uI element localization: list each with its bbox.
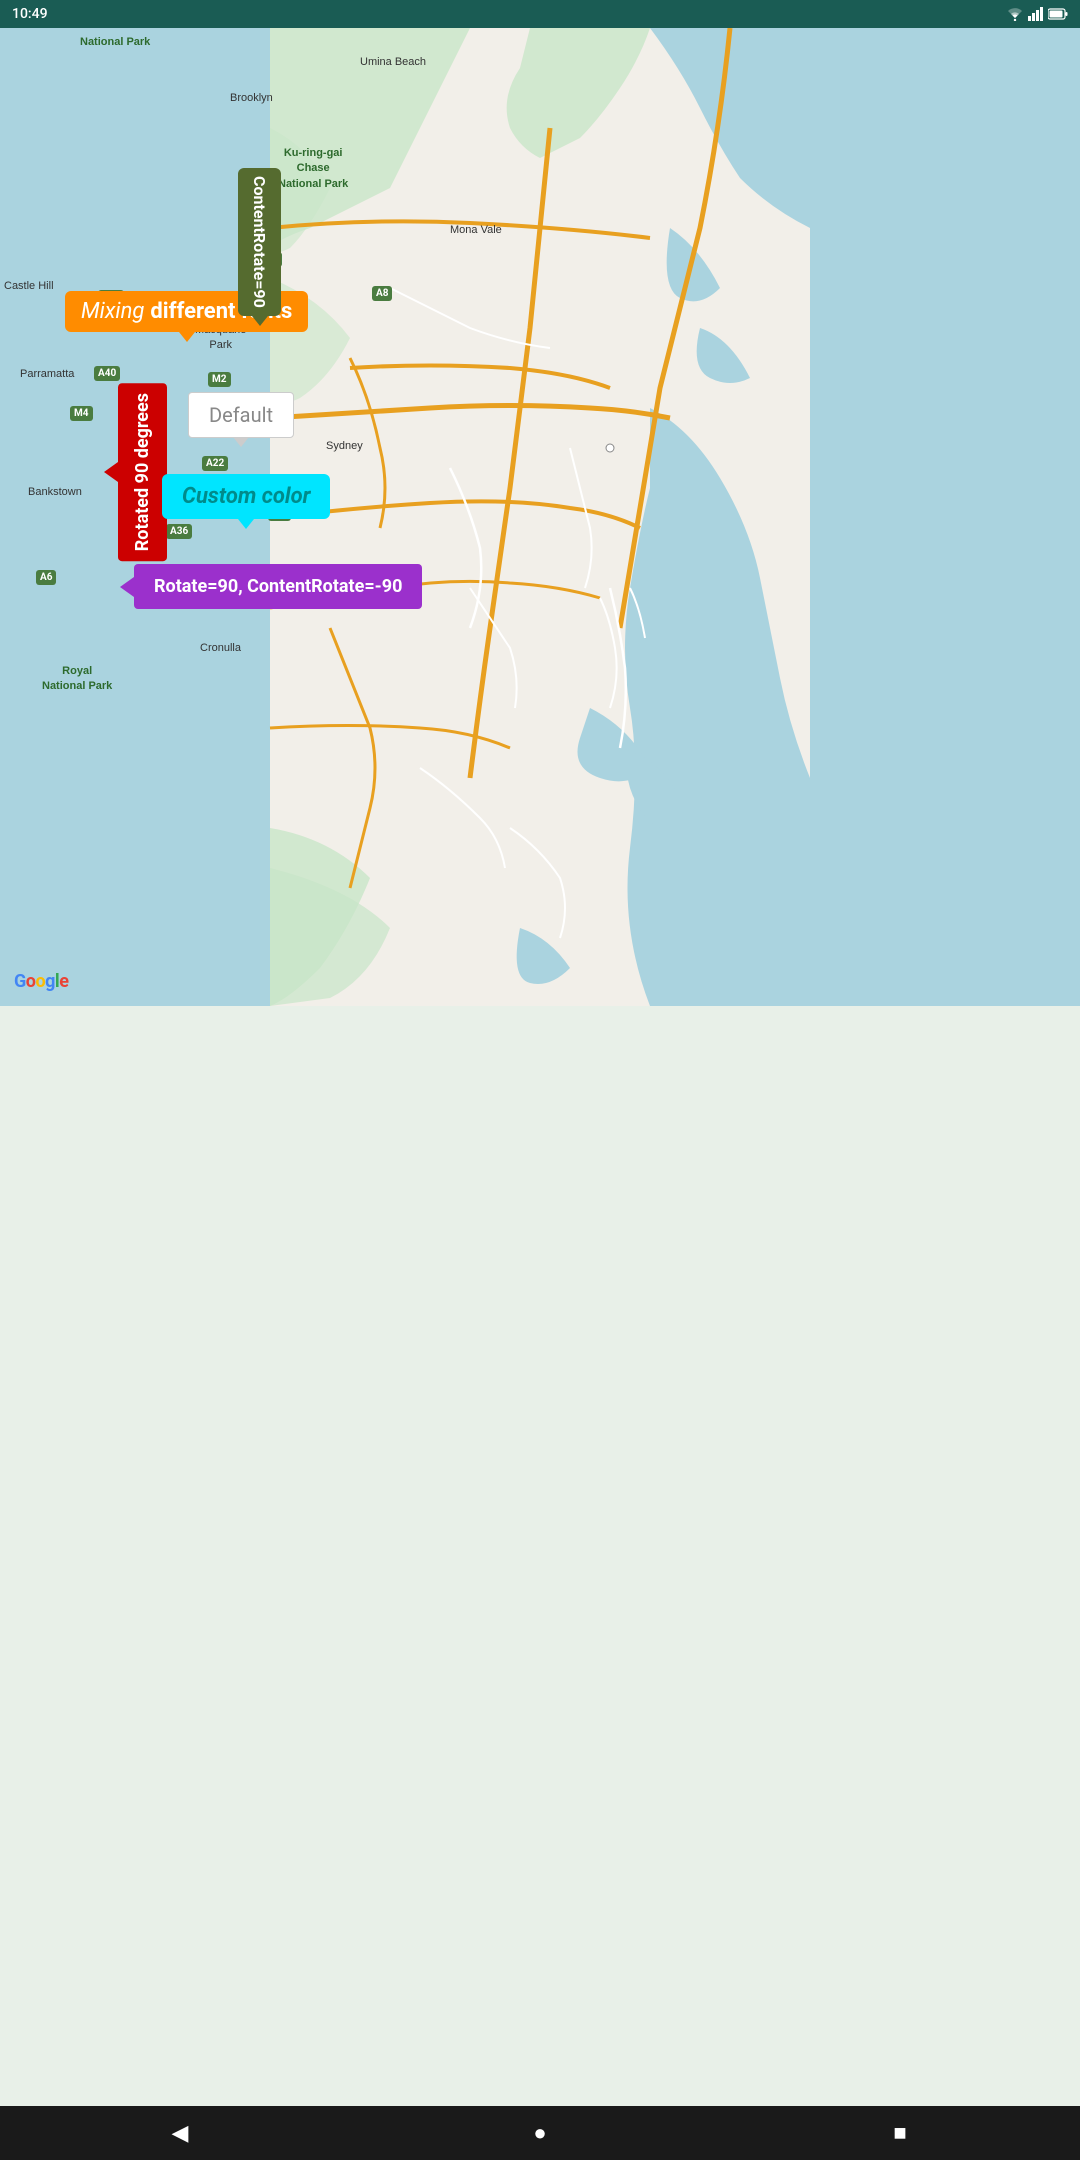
rotate90-content-rotate-wrapper[interactable]: Rotate=90, ContentRotate=-90	[120, 564, 422, 609]
google-g: G	[14, 971, 26, 992]
road-badge-a22: A22	[202, 456, 228, 471]
recents-icon: ■	[893, 2120, 906, 2146]
rotate90-content-rotate-label: Rotate=90, ContentRotate=-90	[134, 564, 422, 609]
status-bar: 10:49	[0, 0, 1080, 28]
rotated-90-label: Rotated 90 degrees	[118, 383, 167, 561]
road-badge-a40: A40	[94, 366, 120, 381]
rotate90-content-rotate-text: Rotate=90, ContentRotate=-90	[154, 576, 402, 597]
google-o2: o	[35, 971, 45, 992]
back-button[interactable]: ◀	[150, 2113, 210, 2153]
home-icon: ●	[533, 2120, 546, 2146]
status-time: 10:49	[12, 6, 48, 22]
home-button[interactable]: ●	[510, 2113, 570, 2153]
rotated-arrow	[104, 462, 118, 482]
road-badge-m2: M2	[208, 372, 231, 387]
content-rotate-label[interactable]: ContentRotate=90	[238, 168, 281, 316]
rotate90-arrow	[120, 577, 134, 597]
road-badge-m4: M4	[70, 406, 93, 421]
battery-icon	[1048, 8, 1068, 20]
rotated-label-wrapper[interactable]: Rotated 90 degrees	[104, 383, 167, 561]
signal-icon	[1028, 7, 1044, 21]
custom-color-text: Custom color	[182, 484, 310, 509]
rotated-90-text: Rotated 90 degrees	[132, 393, 153, 551]
google-o1: o	[26, 971, 36, 992]
default-label[interactable]: Default	[188, 392, 294, 438]
wifi-icon	[1006, 7, 1024, 21]
google-logo: Google	[14, 971, 68, 992]
map-container[interactable]: National Park Umina Beach Brooklyn Ku-ri…	[0, 28, 1080, 1006]
back-icon: ◀	[172, 2121, 189, 2146]
road-badge-a6: A6	[36, 570, 56, 585]
navigation-bar: ◀ ● ■	[0, 2106, 1080, 2160]
road-badge-a36: A36	[166, 524, 192, 539]
status-icons	[1006, 7, 1068, 21]
recents-button[interactable]: ■	[870, 2113, 930, 2153]
default-label-text: Default	[209, 403, 273, 427]
custom-color-label[interactable]: Custom color	[162, 474, 330, 519]
google-g2: g	[45, 971, 55, 992]
content-rotate-text: ContentRotate=90	[250, 176, 269, 308]
road-badge-a8: A8	[372, 286, 392, 301]
google-e: e	[59, 971, 68, 992]
mixing-italic-text: Mixing	[81, 299, 144, 324]
